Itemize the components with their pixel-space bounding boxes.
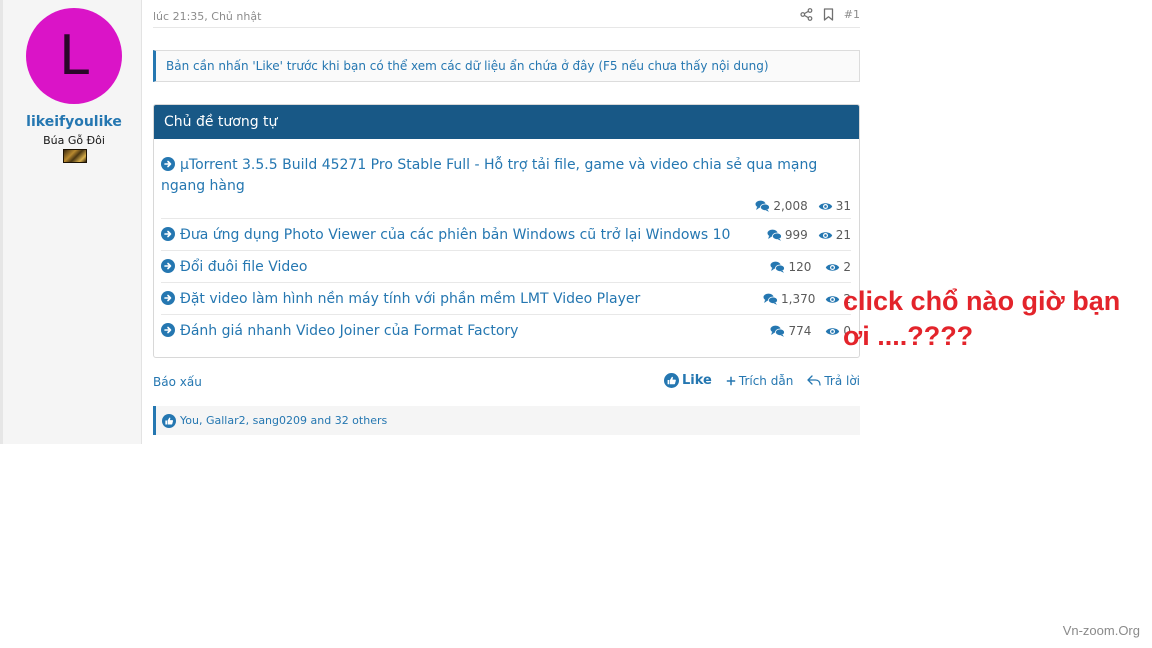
views-count: 21 [835,228,851,242]
eye-icon [818,202,832,210]
thread-title-link[interactable]: Đổi đuôi file Video [161,257,831,278]
like-button[interactable]: Like [664,373,712,388]
replies-count: 774 [788,324,812,338]
thread-title-text[interactable]: Đổi đuôi file Video [180,259,307,275]
thread-title-text[interactable]: Đưa ứng dụng Photo Viewer của các phiên … [180,227,730,243]
similar-thread-item[interactable]: Đặt video làm hình nền máy tính với phần… [161,283,851,315]
replies-stat: 2,008 [755,199,808,213]
eye-icon [826,295,840,303]
thumbs-up-icon [664,373,680,388]
replies-stat: 1,370 [763,292,815,306]
replies-count: 2,008 [773,199,808,213]
replies-count: 999 [784,228,808,242]
quote-button[interactable]: Trích dẫn [726,374,793,388]
eye-icon [818,231,832,239]
bookmark-icon[interactable] [823,8,834,21]
red-annotation-text: click chổ nào giờ bạn ơi ....???? [843,284,1123,354]
thread-stats: 120 2 [770,260,851,274]
thread-title-text[interactable]: Đặt video làm hình nền máy tính với phần… [180,291,640,307]
reply-icon [807,375,821,386]
watermark: Vn-zoom.Org [1062,623,1140,638]
post-actions: Báo xấu Like Trích dẫn Trả lời [153,370,860,394]
user-sidebar: L likeifyoulike Búa Gỗ Đôi [0,0,142,444]
thread-title-text[interactable]: Đánh giá nhanh Video Joiner của Format F… [180,323,518,339]
reactions-text[interactable]: You, Gallar2, sang0209 and 32 others [180,414,387,427]
comments-icon [770,261,786,273]
views-stat: 31 [818,199,851,213]
thread-stats: 774 0 [770,324,851,338]
thread-stats: 1,370 2 [763,292,851,306]
replies-stat: 120 [770,260,811,274]
similar-thread-item[interactable]: Đưa ứng dụng Photo Viewer của các phiên … [161,219,851,251]
arrow-circle-right-icon [161,157,175,171]
hidden-content-notice: Bản cần nhấn 'Like' trước khi bạn có thể… [153,50,860,82]
thread-title-link[interactable]: µTorrent 3.5.5 Build 45271 Pro Stable Fu… [161,155,831,197]
views-stat: 21 [818,228,851,242]
post-action-buttons: Like Trích dẫn Trả lời [664,373,860,388]
post-number-link[interactable]: #1 [844,8,860,21]
annotation-line-1: click chổ nào giờ bạn [843,286,1121,316]
plus-icon [726,376,736,385]
similar-thread-item[interactable]: µTorrent 3.5.5 Build 45271 Pro Stable Fu… [161,153,851,219]
similar-threads-block: Chủ đề tương tự µTorrent 3.5.5 Build 452… [153,104,860,358]
user-rank-banner-icon [63,149,87,163]
annotation-line-2: ơi ....???? [843,321,974,351]
thread-stats: 2,008 31 [755,199,851,213]
eye-icon [826,263,840,271]
replies-count: 1,370 [781,292,816,306]
similar-threads-heading: Chủ đề tương tự [154,105,859,139]
post-header: lúc 21:35, Chủ nhật #1 [153,0,860,28]
reactions-bar[interactable]: You, Gallar2, sang0209 and 32 others [153,406,860,435]
eye-icon [826,327,840,335]
thread-title-link[interactable]: Đưa ứng dụng Photo Viewer của các phiên … [161,225,831,246]
thread-title-link[interactable]: Đánh giá nhanh Video Joiner của Format F… [161,321,831,342]
replies-count: 120 [788,260,812,274]
reply-button[interactable]: Trả lời [807,374,860,388]
share-icon[interactable] [800,8,813,21]
replies-stat: 774 [770,324,811,338]
replies-stat: 999 [767,228,808,242]
comments-icon [767,229,782,241]
user-title: Búa Gỗ Đôi [43,134,105,147]
like-label[interactable]: Like [682,373,712,388]
views-stat: 2 [825,260,851,274]
arrow-circle-right-icon [161,291,175,305]
arrow-circle-right-icon [161,323,175,337]
views-count: 31 [835,199,851,213]
arrow-circle-right-icon [161,227,175,241]
views-count: 2 [843,260,851,274]
post-date-link[interactable]: lúc 21:35, Chủ nhật [153,10,261,23]
avatar[interactable]: L [26,8,122,104]
comments-icon [755,200,771,212]
quote-label[interactable]: Trích dẫn [739,374,793,388]
username-link[interactable]: likeifyoulike [3,114,145,130]
post-header-tools: #1 [800,8,860,21]
thread-title-link[interactable]: Đặt video làm hình nền máy tính với phần… [161,289,831,310]
comments-icon [770,325,786,337]
comments-icon [763,293,778,305]
thread-stats: 999 21 [767,228,851,242]
thread-title-text[interactable]: µTorrent 3.5.5 Build 45271 Pro Stable Fu… [161,157,817,194]
post-main: lúc 21:35, Chủ nhật #1 Bản cần nhấn 'Lik… [153,0,860,444]
arrow-circle-right-icon [161,259,175,273]
similar-thread-item[interactable]: Đổi đuôi file Video 120 2 [161,251,851,283]
similar-thread-item[interactable]: Đánh giá nhanh Video Joiner của Format F… [161,315,851,349]
report-link[interactable]: Báo xấu [153,375,202,389]
like-reaction-icon [162,413,176,428]
reply-label[interactable]: Trả lời [824,374,860,388]
